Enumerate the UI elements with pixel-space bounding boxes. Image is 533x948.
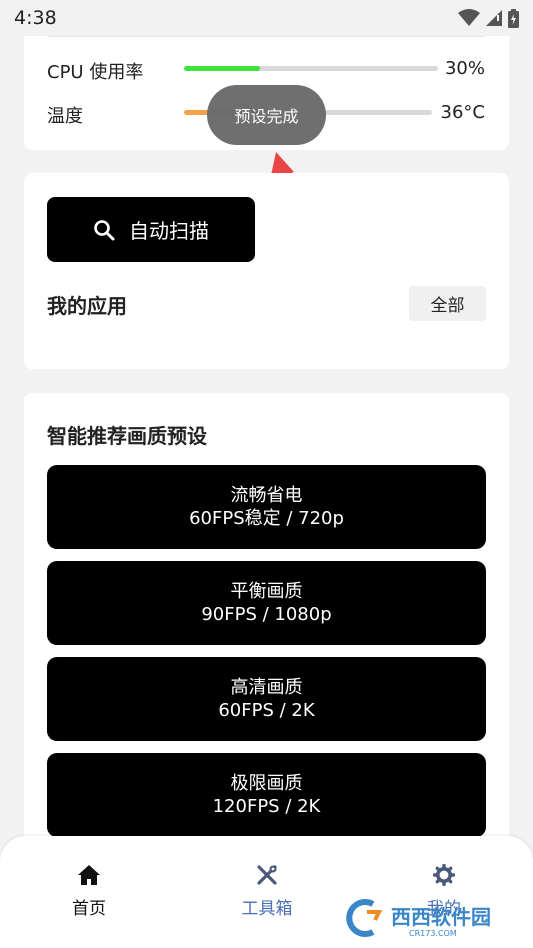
home-icon — [78, 865, 100, 885]
cpu-usage-fill — [184, 66, 261, 71]
preset-hd-button[interactable]: 高清画质 60FPS / 2K — [47, 657, 486, 741]
wifi-icon — [458, 9, 480, 26]
auto-scan-button[interactable]: 自动扫描 — [47, 197, 255, 262]
nav-item-toolbox[interactable]: 工具箱 — [207, 864, 327, 919]
temperature-label: 温度 — [47, 106, 83, 127]
gear-icon — [433, 864, 455, 886]
cpu-value: 30% — [444, 58, 485, 79]
nav-label-home: 首页 — [72, 899, 106, 919]
presets-card: 智能推荐画质预设 流畅省电 60FPS稳定 / 720p 平衡画质 90FPS … — [24, 393, 509, 853]
watermark-sub: CR173.COM — [409, 929, 457, 938]
status-time: 4:38 — [14, 7, 57, 29]
watermark-logo-icon: 西西软件园 CR173.COM — [346, 899, 491, 938]
cpu-usage-bar — [184, 66, 438, 71]
preset-name: 平衡画质 — [230, 581, 303, 602]
preset-spec: 60FPS / 2K — [218, 700, 315, 721]
auto-scan-label: 自动扫描 — [129, 219, 209, 243]
status-icons — [458, 8, 519, 28]
preset-spec: 120FPS / 2K — [212, 796, 321, 817]
preset-extreme-button[interactable]: 极限画质 120FPS / 2K — [47, 753, 486, 837]
nav-label-toolbox: 工具箱 — [241, 899, 293, 919]
preset-balanced-button[interactable]: 平衡画质 90FPS / 1080p — [47, 561, 486, 645]
cpu-label: CPU 使用率 — [47, 62, 144, 83]
search-icon — [94, 219, 115, 240]
nav-item-home[interactable]: 首页 — [29, 864, 149, 919]
watermark-text: 西西软件园 — [391, 905, 491, 929]
signal-icon — [486, 10, 502, 26]
preset-power-saving-button[interactable]: 流畅省电 60FPS稳定 / 720p — [47, 465, 486, 549]
preset-name: 流畅省电 — [230, 485, 303, 506]
preset-name: 高清画质 — [230, 677, 303, 698]
apps-card: 自动扫描 我的应用 全部 — [24, 173, 509, 369]
battery-icon — [508, 8, 519, 28]
toast-message: 预设完成 — [207, 85, 326, 145]
tools-icon — [257, 865, 277, 885]
preset-spec: 90FPS / 1080p — [201, 604, 332, 625]
preset-spec: 60FPS稳定 / 720p — [189, 508, 344, 529]
presets-title: 智能推荐画质预设 — [47, 424, 207, 448]
divider — [48, 36, 485, 37]
preset-name: 极限画质 — [230, 773, 303, 794]
status-bar: 4:38 — [0, 0, 533, 36]
my-apps-title: 我的应用 — [47, 294, 127, 318]
temperature-value: 36°C — [440, 102, 485, 123]
all-apps-button[interactable]: 全部 — [409, 286, 486, 321]
